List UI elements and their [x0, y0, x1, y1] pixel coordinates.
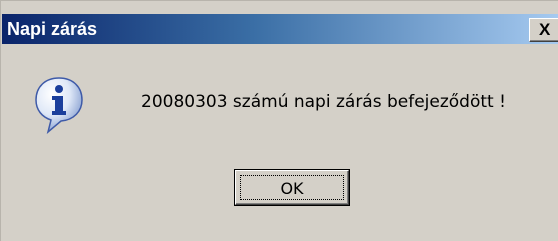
close-button[interactable]: X — [529, 18, 558, 42]
ok-button[interactable]: OK — [235, 170, 349, 205]
info-icon — [34, 76, 84, 135]
message-text: 20080303 számú napi zárás befejeződött ! — [141, 92, 506, 112]
window-title: Napi zárás — [7, 19, 98, 39]
title-bar[interactable]: Napi zárás X — [2, 14, 558, 44]
message-dialog: Napi zárás X 20080303 számú napi zárás b… — [0, 0, 558, 241]
close-icon: X — [539, 20, 551, 39]
ok-button-label: OK — [280, 179, 304, 198]
